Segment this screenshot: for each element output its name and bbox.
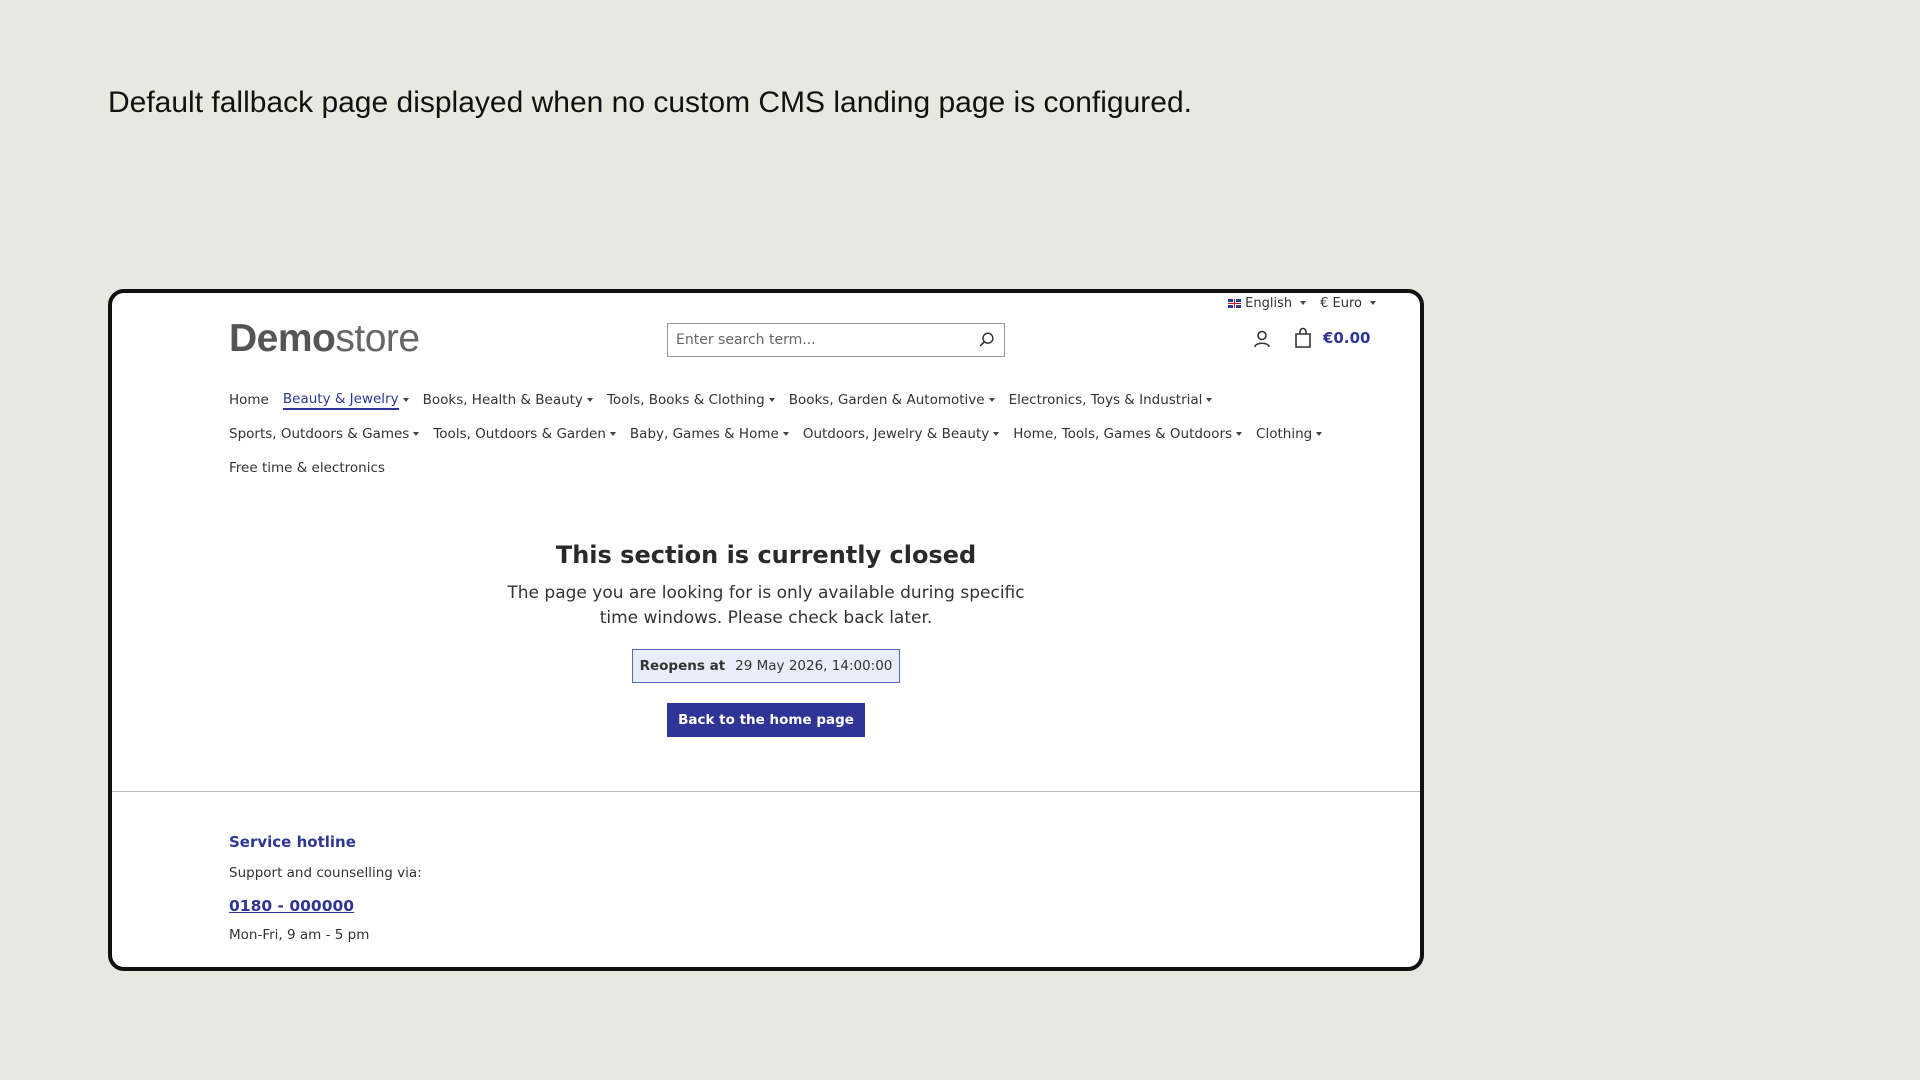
nav-item-electronics-toys-industrial[interactable]: Electronics, Toys & Industrial [1009, 392, 1213, 408]
nav-item-label: Beauty & Jewelry [282, 391, 399, 410]
nav-item-label: Tools, Outdoors & Garden [433, 426, 606, 442]
phone-link[interactable]: 0180 - 000000 [229, 897, 354, 915]
nav-row: Home Beauty & Jewelry Books, Health & Beau… [229, 383, 1349, 417]
nav-item-label: Books, Garden & Automotive [788, 392, 985, 408]
footer: Service hotline Support and counselling … [229, 833, 422, 943]
support-text: Support and counselling via: [229, 865, 422, 881]
search-box [667, 323, 1005, 357]
chevron-down-icon [782, 432, 789, 436]
currency-selector[interactable]: € Euro [1320, 296, 1376, 311]
reopen-value: 29 May 2026, 14:00:00 [735, 658, 893, 674]
browser-frame: English € Euro Demostore €0.00 Home Beaut… [108, 289, 1424, 971]
nav-item-tools-books-clothing[interactable]: Tools, Books & Clothing [607, 392, 775, 408]
nav-item-books-garden-automotive[interactable]: Books, Garden & Automotive [789, 392, 995, 408]
chevron-down-icon [993, 432, 1000, 436]
chevron-down-icon [768, 398, 775, 402]
nav-item-label: Tools, Books & Clothing [606, 392, 765, 408]
chevron-down-icon [1236, 432, 1243, 436]
nav-item-free-time-electronics[interactable]: Free time & electronics [229, 460, 385, 476]
logo-bold: Demo [229, 317, 336, 360]
nav-item-baby-games-home[interactable]: Baby, Games & Home [630, 426, 789, 442]
chevron-down-icon [988, 398, 995, 402]
logo-light: store [335, 317, 420, 360]
nav-item-label: Electronics, Toys & Industrial [1008, 392, 1203, 408]
search-input[interactable] [668, 324, 974, 356]
nav-item-label: Books, Health & Beauty [422, 392, 583, 408]
account-icon[interactable] [1252, 329, 1272, 349]
currency-label: € Euro [1320, 295, 1362, 311]
nav-row: Free time & electronics [229, 451, 1349, 485]
chevron-down-icon [1206, 398, 1213, 402]
search-icon[interactable] [978, 331, 996, 349]
chevron-down-icon [402, 398, 409, 402]
chevron-down-icon [609, 432, 616, 436]
nav-item-label: Home [229, 392, 269, 408]
reopen-badge: Reopens at 29 May 2026, 14:00:00 [631, 649, 901, 683]
nav-item-home[interactable]: Home [229, 392, 269, 408]
cart-button[interactable]: €0.00 [1293, 327, 1370, 349]
back-home-button[interactable]: Back to the home page [667, 703, 865, 737]
nav-item-books-health-beauty[interactable]: Books, Health & Beauty [423, 392, 593, 408]
nav-item-sports-outdoors-games[interactable]: Sports, Outdoors & Games [229, 426, 420, 442]
service-hours: Mon-Fri, 9 am - 5 pm [229, 927, 370, 943]
nav-item-label: Free time & electronics [229, 460, 385, 476]
chevron-down-icon [1300, 301, 1307, 305]
nav-item-label: Baby, Games & Home [629, 426, 779, 442]
cart-icon [1295, 327, 1311, 348]
main-navigation: Home Beauty & Jewelry Books, Health & Beau… [229, 383, 1349, 485]
reopen-label: Reopens at [639, 658, 726, 674]
nav-item-label: Outdoors, Jewelry & Beauty [802, 426, 990, 442]
nav-item-outdoors-jewelry-beauty[interactable]: Outdoors, Jewelry & Beauty [802, 426, 1000, 442]
service-hotline-title: Service hotline [229, 833, 356, 851]
closed-section-content: This section is currently closed The pag… [112, 541, 1420, 737]
nav-item-clothing[interactable]: Clothing [1256, 426, 1323, 442]
nav-item-label: Home, Tools, Games & Outdoors [1013, 426, 1233, 442]
closed-description: The page you are looking for is only ava… [507, 583, 1025, 628]
page-caption: Default fallback page displayed when no … [108, 86, 1192, 119]
chevron-down-icon [586, 398, 593, 402]
nav-item-beauty-jewelry[interactable]: Beauty & Jewelry [282, 391, 409, 410]
cart-total: €0.00 [1323, 329, 1371, 347]
page-title: This section is currently closed [555, 541, 977, 569]
chevron-down-icon [1316, 432, 1323, 436]
nav-row: Sports, Outdoors & Games Tools, Outdoors … [229, 417, 1349, 451]
chevron-down-icon [1370, 301, 1376, 305]
nav-item-label: Sports, Outdoors & Games [229, 426, 410, 442]
nav-item-label: Clothing [1256, 426, 1313, 442]
uk-flag-icon [1228, 298, 1242, 308]
nav-item-tools-outdoors-garden[interactable]: Tools, Outdoors & Garden [433, 426, 616, 442]
language-selector[interactable]: English [1228, 295, 1307, 311]
nav-item-home-tools-games-outdoors[interactable]: Home, Tools, Games & Outdoors [1013, 426, 1243, 442]
language-label: English [1245, 295, 1293, 311]
chevron-down-icon [413, 432, 420, 436]
footer-divider [112, 791, 1420, 792]
store-logo[interactable]: Demostore [229, 317, 420, 361]
top-bar: English € Euro [1228, 293, 1376, 313]
